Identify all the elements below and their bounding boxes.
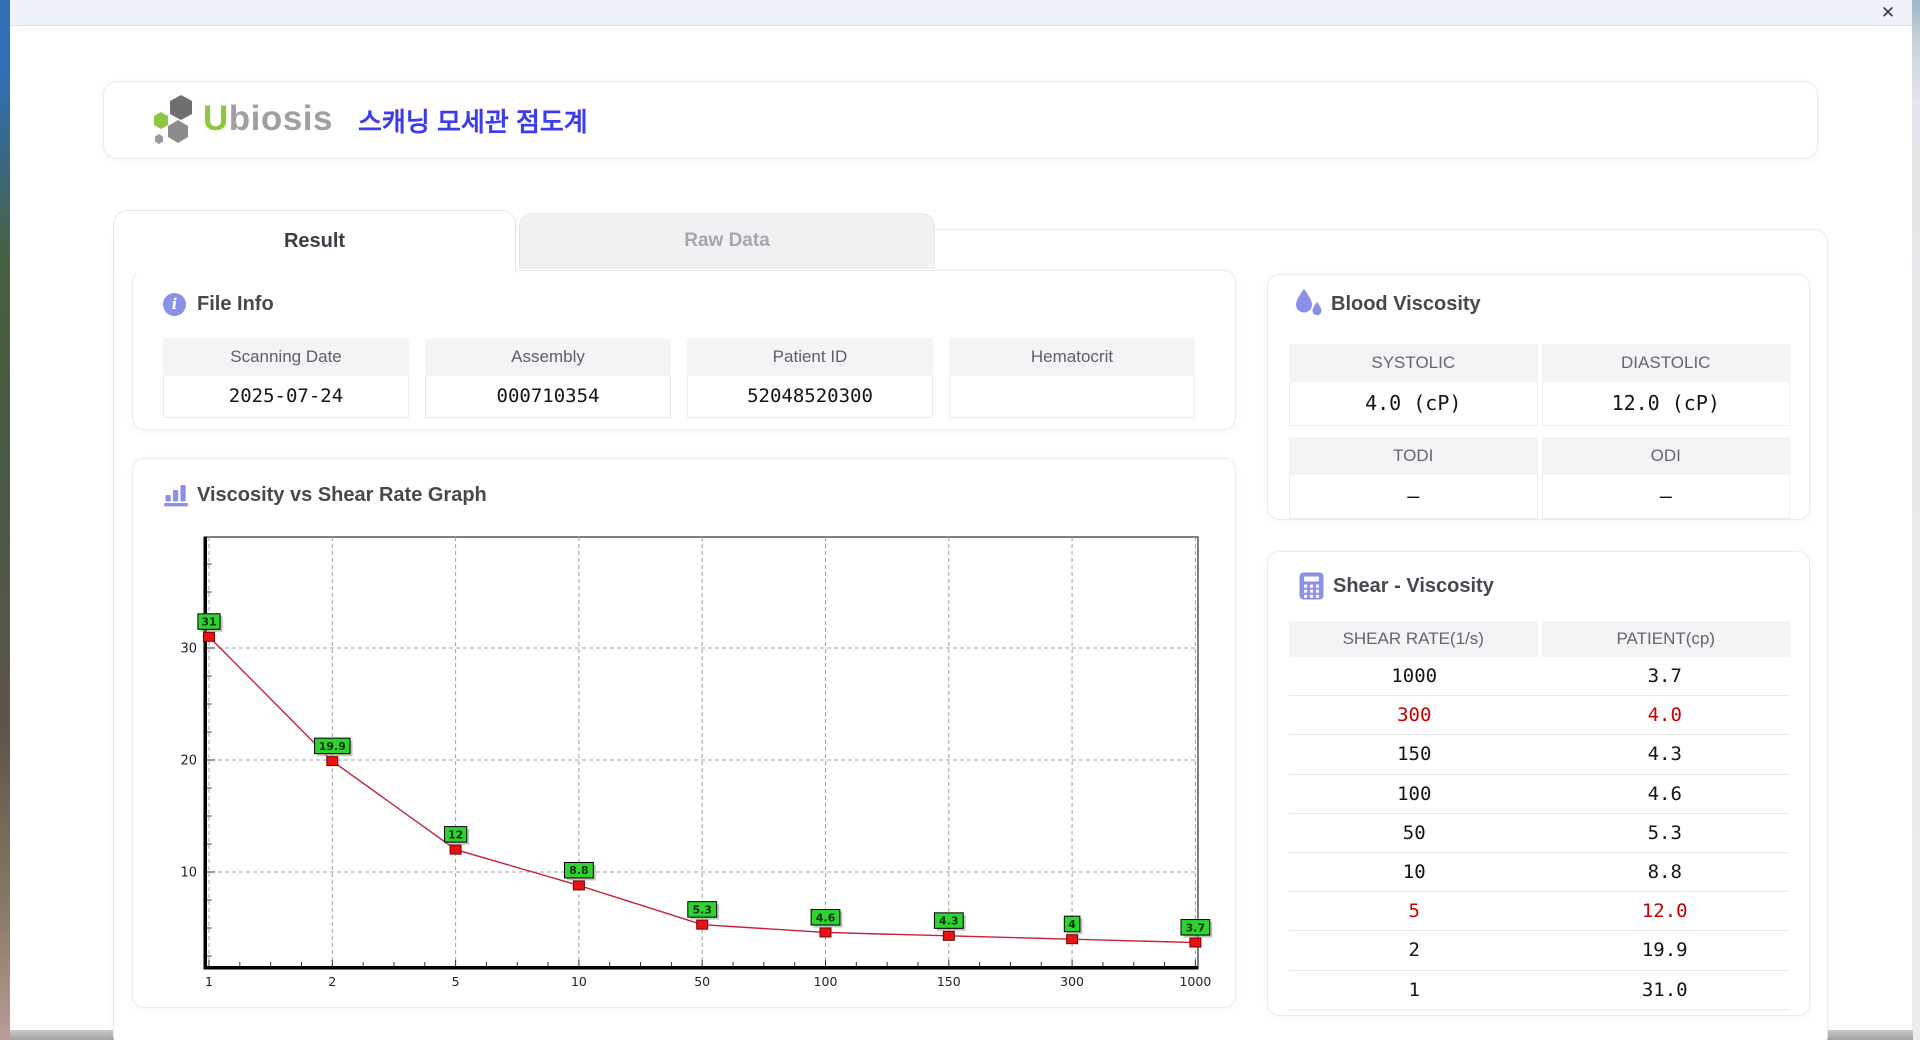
- desktop-wallpaper-strip: [0, 0, 10, 1040]
- graph-title: Viscosity vs Shear Rate Graph: [197, 484, 487, 506]
- shear-cell: 4.3: [1647, 743, 1682, 766]
- window-titlebar: ✕: [10, 0, 1912, 26]
- shear-cell: 100: [1397, 782, 1432, 805]
- shear-cell: 50: [1402, 821, 1426, 844]
- file-info-field: Hematocrit: [949, 338, 1195, 418]
- shear-cell: 2: [1408, 939, 1420, 962]
- shear-table-row: 1 31.0: [1289, 971, 1790, 1010]
- tab-raw-data[interactable]: Raw Data: [519, 213, 935, 269]
- svg-text:8.8: 8.8: [569, 864, 589, 877]
- svg-text:19.9: 19.9: [319, 740, 346, 753]
- shear-cell: 5.3: [1647, 821, 1682, 844]
- svg-text:5.3: 5.3: [692, 903, 712, 916]
- shear-table-row: 5 12.0: [1289, 892, 1790, 932]
- close-icon[interactable]: ✕: [1878, 3, 1898, 23]
- blood-col-header: SYSTOLIC: [1289, 344, 1538, 382]
- shear-table-row: 300 4.0: [1289, 696, 1790, 736]
- shear-table-row: 10 8.8: [1289, 853, 1790, 893]
- svg-text:31: 31: [201, 616, 216, 629]
- file-info-title: File Info: [197, 293, 274, 315]
- shear-cell: 4.6: [1647, 782, 1682, 805]
- svg-text:1000: 1000: [1179, 974, 1211, 989]
- shear-cell: 12.0: [1641, 900, 1688, 923]
- info-icon: i: [163, 293, 186, 316]
- shear-cell: 19.9: [1641, 939, 1688, 962]
- field-value: [949, 376, 1195, 418]
- field-value: 2025-07-24: [163, 376, 409, 418]
- file-info-field: Scanning Date 2025-07-24: [163, 338, 409, 418]
- svg-text:4.3: 4.3: [939, 915, 959, 928]
- field-label: Hematocrit: [949, 338, 1195, 376]
- shear-col-header: PATIENT(cp): [1541, 621, 1790, 657]
- svg-text:10: 10: [180, 866, 197, 881]
- shear-viscosity-title: Shear - Viscosity: [1333, 575, 1494, 597]
- blood-value: –: [1289, 475, 1538, 519]
- shear-table-row: 1000 3.7: [1289, 657, 1790, 697]
- file-info-field: Patient ID 52048520300: [687, 338, 933, 418]
- shear-cell: 300: [1397, 704, 1432, 727]
- shear-cell: 10: [1402, 860, 1426, 883]
- shear-table-row: 50 5.3: [1289, 814, 1790, 853]
- shear-cell: 3.7: [1647, 665, 1682, 687]
- shear-viscosity-table: SHEAR RATE(1/s) PATIENT(cp) 1000 3.7 300 4.0 1…: [1289, 621, 1790, 1010]
- shear-col-header: SHEAR RATE(1/s): [1289, 621, 1538, 657]
- svg-text:10: 10: [571, 974, 587, 989]
- droplets-icon: [1296, 289, 1322, 316]
- svg-text:4.6: 4.6: [816, 911, 836, 924]
- graph-card: Viscosity vs Shear Rate Graph 10 20 30 1 2 5 1…: [132, 458, 1236, 1008]
- blood-value: 12.0 (cP): [1541, 382, 1790, 426]
- blood-col-header: DIASTOLIC: [1541, 344, 1790, 382]
- calculator-icon: [1299, 572, 1324, 600]
- svg-text:3.7: 3.7: [1186, 921, 1206, 934]
- field-label: Scanning Date: [163, 338, 409, 376]
- svg-text:5: 5: [452, 974, 460, 989]
- blood-col-header: ODI: [1541, 437, 1790, 475]
- shear-cell: 1: [1408, 978, 1420, 1001]
- shear-cell: 31.0: [1641, 978, 1688, 1001]
- shear-cell: 8.8: [1647, 860, 1682, 883]
- viscosity-chart: 10 20 30 1 2 5 10 50 100 150 300 1000 31 19.9 12 8.8 5.3…: [171, 521, 1231, 991]
- shear-table-row: 150 4.3: [1289, 735, 1790, 775]
- shear-cell: 5: [1408, 900, 1420, 923]
- svg-text:300: 300: [1060, 974, 1084, 989]
- shear-table-row: 2 19.9: [1289, 931, 1790, 971]
- blood-value: –: [1541, 475, 1790, 519]
- brand-rest: biosis: [228, 99, 333, 138]
- svg-text:1: 1: [205, 974, 213, 989]
- svg-text:50: 50: [694, 974, 710, 989]
- app-title: 스캐닝 모세관 점도계: [358, 107, 588, 137]
- shear-cell: 4.0: [1647, 704, 1682, 727]
- svg-text:12: 12: [448, 828, 463, 841]
- blood-viscosity-title: Blood Viscosity: [1331, 293, 1481, 315]
- shear-viscosity-card: Shear - Viscosity SHEAR RATE(1/s) PATIENT…: [1267, 551, 1810, 1016]
- brand-u: U: [203, 99, 229, 138]
- svg-text:150: 150: [937, 974, 961, 989]
- app-window: Ubiosis 스캐닝 모세관 점도계 Result Raw Data i Fi…: [10, 26, 1912, 1040]
- field-label: Assembly: [425, 338, 671, 376]
- shear-cell: 150: [1397, 743, 1432, 766]
- svg-text:20: 20: [180, 754, 197, 769]
- svg-text:4: 4: [1068, 918, 1076, 931]
- blood-viscosity-card: Blood Viscosity SYSTOLIC DIASTOLIC 4.0 (cP…: [1267, 274, 1810, 520]
- blood-col-header: TODI: [1289, 437, 1538, 475]
- svg-text:100: 100: [814, 974, 838, 989]
- svg-text:2: 2: [328, 974, 336, 989]
- blood-value: 4.0 (cP): [1289, 382, 1538, 426]
- blood-viscosity-table: SYSTOLIC DIASTOLIC 4.0 (cP) 12.0 (cP) TODI OD…: [1289, 344, 1790, 519]
- shear-table-row: 100 4.6: [1289, 775, 1790, 814]
- brand-wordmark: Ubiosis: [203, 82, 333, 160]
- tab-result[interactable]: Result: [113, 210, 516, 273]
- ubiosis-logo-icon: [154, 95, 192, 144]
- header-card: Ubiosis 스캐닝 모세관 점도계: [103, 81, 1818, 159]
- shear-cell: 1000: [1391, 665, 1438, 687]
- scrollbar-track[interactable]: [1912, 0, 1920, 1040]
- file-info-field: Assembly 000710354: [425, 338, 671, 418]
- svg-text:30: 30: [180, 642, 197, 657]
- file-info-fields: Scanning Date 2025-07-24 Assembly 000710354…: [163, 338, 1195, 418]
- field-value: 000710354: [425, 376, 671, 418]
- file-info-card: i File Info Scanning Date 2025-07-24 Assem…: [132, 270, 1236, 430]
- field-label: Patient ID: [687, 338, 933, 376]
- bar-chart-icon: [164, 485, 188, 507]
- field-value: 52048520300: [687, 376, 933, 418]
